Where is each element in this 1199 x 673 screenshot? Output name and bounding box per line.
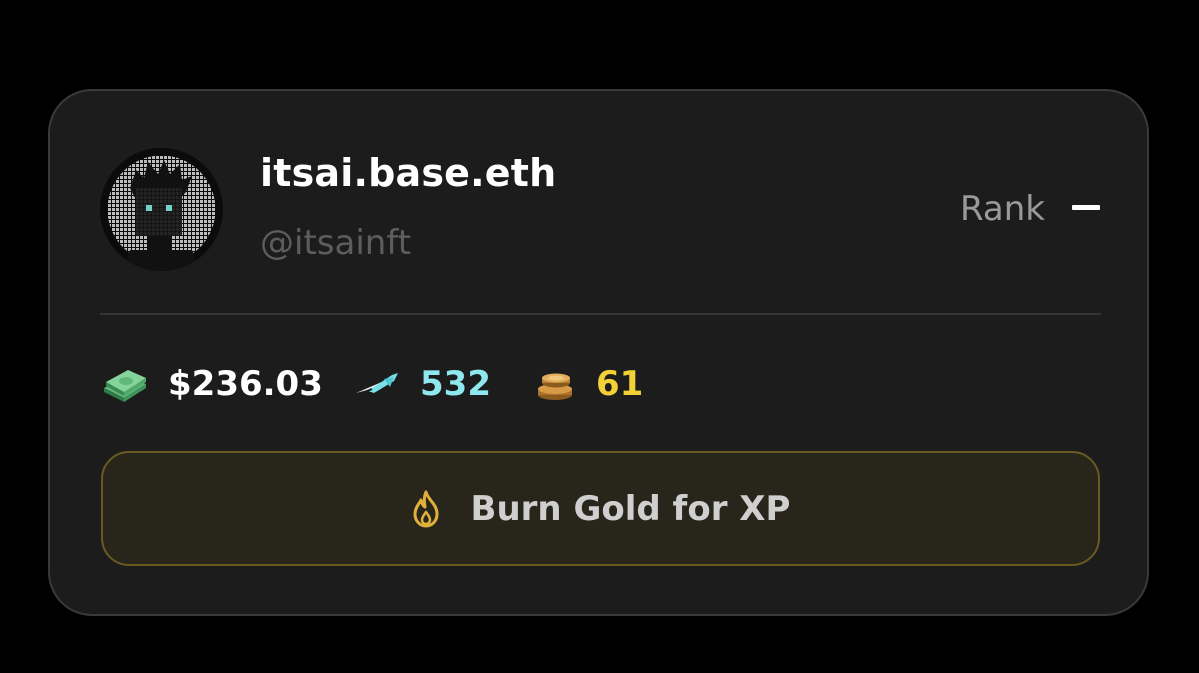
display-name: itsai.base.eth — [260, 151, 557, 195]
gold-value: 61 — [596, 364, 644, 404]
avatar[interactable] — [100, 148, 223, 271]
burn-gold-label: Burn Gold for XP — [470, 488, 791, 529]
gold-coins-icon — [536, 367, 574, 401]
flame-icon — [411, 490, 441, 528]
rank-label: Rank — [960, 189, 1045, 229]
burn-gold-button[interactable]: Burn Gold for XP — [101, 451, 1100, 566]
cash-stack-icon — [102, 366, 148, 402]
xp-stat: 532 — [354, 359, 491, 409]
cash-stat: $236.03 — [102, 359, 323, 409]
user-handle[interactable]: @itsainft — [260, 223, 411, 263]
divider — [100, 313, 1101, 315]
xp-value: 532 — [420, 364, 491, 404]
rank-value-dash — [1072, 205, 1100, 210]
cash-value: $236.03 — [168, 364, 323, 404]
profile-card: itsai.base.eth @itsainft Rank $236.03 53… — [48, 89, 1149, 616]
dart-icon — [354, 369, 400, 399]
gold-stat: 61 — [536, 359, 643, 409]
